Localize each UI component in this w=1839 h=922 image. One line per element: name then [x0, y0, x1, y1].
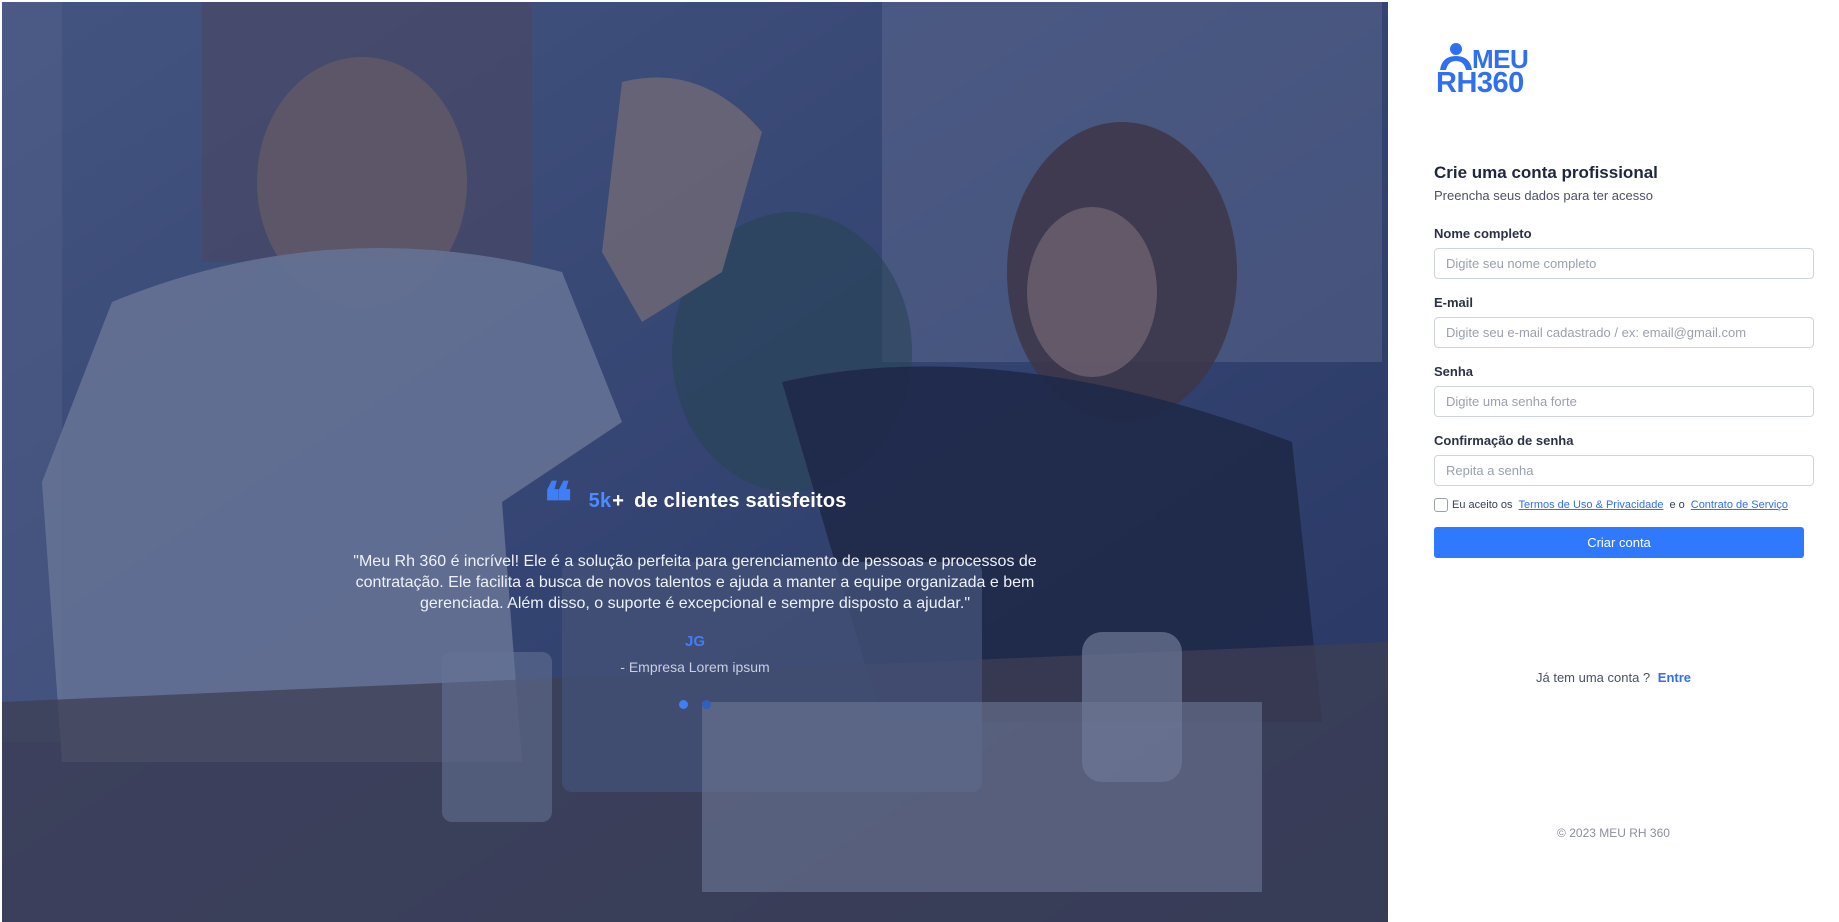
stat-number: 5k — [588, 489, 612, 512]
terms-joiner: e o — [1669, 499, 1685, 511]
password-input[interactable] — [1434, 386, 1814, 417]
contract-link[interactable]: Contrato de Serviço — [1691, 499, 1788, 511]
signup-panel: MEU RH360 Crie uma conta profissional Pr… — [1388, 0, 1839, 922]
login-prompt: Já tem uma conta ? — [1535, 670, 1651, 685]
carousel-dot-2[interactable] — [702, 700, 711, 709]
email-label: E-mail — [1434, 295, 1474, 310]
name-label: Nome completo — [1434, 226, 1532, 241]
terms-prefix: Eu aceito os — [1452, 499, 1513, 511]
password-label: Senha — [1434, 364, 1474, 379]
stat-line: ❝ 5k + de clientes satisfeitos — [2, 475, 1388, 529]
carousel-dot-1[interactable] — [679, 700, 688, 709]
terms-link[interactable]: Termos de Uso & Privacidade — [1519, 499, 1664, 511]
logo-text-line2: RH360 — [1436, 67, 1524, 99]
logo: MEU RH360 — [1434, 42, 1544, 99]
form-title: Crie uma conta profissional — [1434, 163, 1658, 182]
terms-row: Eu aceito os Termos de Uso & Privacidade… — [1434, 498, 1788, 512]
form-subtitle: Preencha seus dados para ter acesso — [1434, 188, 1653, 203]
author-initials: JG — [684, 633, 705, 650]
confirm-password-label: Confirmação de senha — [1434, 433, 1574, 448]
hero-panel: ❝ 5k + de clientes satisfeitos "Meu Rh 3… — [2, 2, 1388, 922]
email-input[interactable] — [1434, 317, 1814, 348]
testimonial: ❝ 5k + de clientes satisfeitos "Meu Rh 3… — [2, 475, 1388, 709]
hero-overlay — [2, 2, 1388, 922]
confirm-password-input[interactable] — [1434, 455, 1814, 486]
quote-icon: ❝ — [543, 470, 573, 534]
stat-plus: + — [612, 489, 625, 512]
create-account-button[interactable]: Criar conta — [1434, 527, 1804, 558]
signup-page: ❝ 5k + de clientes satisfeitos "Meu Rh 3… — [0, 0, 1839, 922]
login-link[interactable]: Entre — [1658, 670, 1691, 685]
author-company: - Empresa Lorem ipsum — [620, 659, 770, 675]
testimonial-quote: "Meu Rh 360 é incrível! Ele é a solução … — [353, 553, 1037, 612]
terms-checkbox[interactable] — [1434, 498, 1448, 512]
copyright: © 2023 MEU RH 360 — [1557, 826, 1670, 840]
name-input[interactable] — [1434, 248, 1814, 279]
login-prompt-row: Já tem uma conta ? Entre — [1388, 670, 1839, 685]
stat-label: de clientes satisfeitos — [634, 489, 847, 512]
carousel-dots — [2, 700, 1388, 709]
